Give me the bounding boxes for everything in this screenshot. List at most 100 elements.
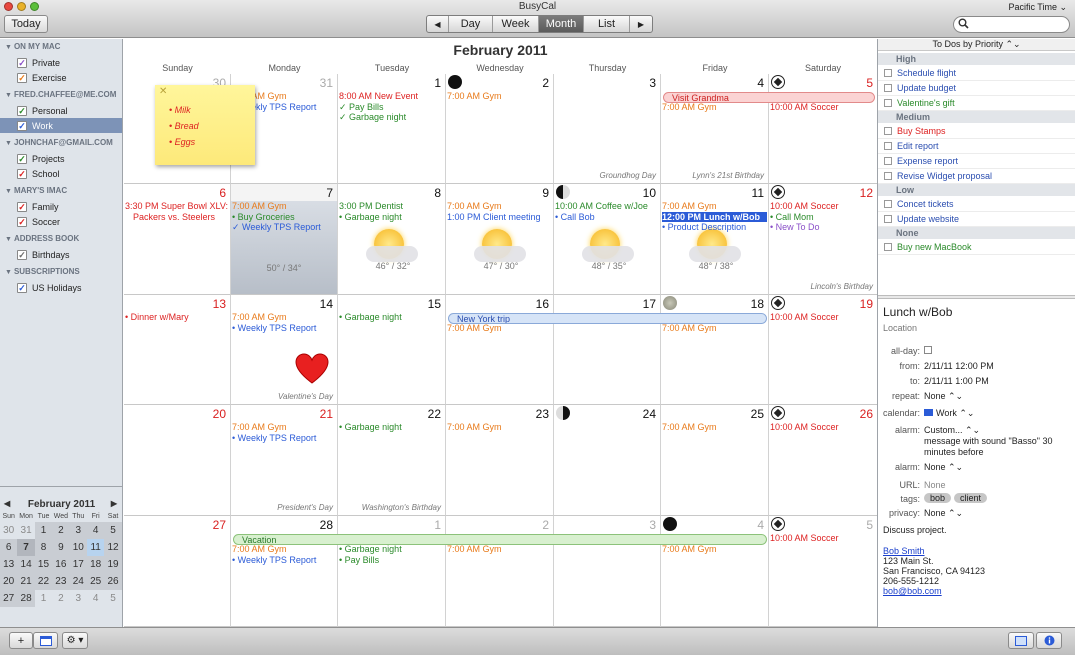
- from-value[interactable]: 2/11/11 12:00 PM: [924, 361, 994, 371]
- mini-day[interactable]: 6: [0, 539, 18, 556]
- mini-day[interactable]: 23: [52, 573, 70, 590]
- day-cell[interactable]: 4 7:00 AM Gym Lynn's 21st Birthday: [661, 74, 769, 184]
- day-cell[interactable]: 15 • Garbage night: [338, 295, 446, 405]
- alarm-popup[interactable]: Custom... ⌃⌄: [924, 425, 980, 436]
- calendar-event[interactable]: 1:00 PM Client meeting: [447, 212, 552, 223]
- todo-item[interactable]: Revise Widget proposal: [878, 169, 1075, 184]
- sidebar-item-exercise[interactable]: ✓ Exercise: [0, 70, 122, 85]
- calendar-event[interactable]: 7:00 AM Gym: [447, 544, 552, 555]
- calendar-event[interactable]: 10:00 AM Coffee w/Joe: [555, 201, 659, 212]
- disclosure-triangle-icon[interactable]: ▼: [5, 188, 12, 195]
- day-cell[interactable]: 47° / 30° 9 7:00 AM Gym 1:00 PM Client meet…: [446, 184, 554, 295]
- todo-sort-menu[interactable]: To Dos by Priority ⌃⌄: [878, 39, 1075, 51]
- day-cell[interactable]: 16 7:00 AM Gym: [446, 295, 554, 405]
- panel-splitter[interactable]: [878, 295, 1075, 299]
- day-cell[interactable]: 6 3:30 PM Super Bowl XLV: Packers vs. Stee…: [124, 184, 231, 295]
- checkbox-checked-icon[interactable]: ✓: [17, 168, 27, 179]
- calendar-event[interactable]: 10:00 AM Soccer: [770, 312, 876, 323]
- calendar-event[interactable]: 7:00 AM Gym: [232, 422, 336, 433]
- todo-item[interactable]: Update budget: [878, 81, 1075, 96]
- mini-day[interactable]: 4: [87, 590, 104, 607]
- mini-day[interactable]: 27: [0, 590, 18, 607]
- sidebar-item-work[interactable]: ✓ Work: [0, 118, 122, 133]
- day-cell[interactable]: 50° / 34° 7 7:00 AM Gym • Buy Groceries ✓ We…: [231, 184, 338, 295]
- multiday-event-bar[interactable]: Visit Grandma: [663, 92, 875, 103]
- calendar-event[interactable]: ✓ Pay Bills: [339, 102, 444, 113]
- day-cell[interactable]: 25 7:00 AM Gym: [661, 405, 769, 516]
- checkbox-checked-icon[interactable]: ✓: [17, 120, 27, 131]
- day-cell[interactable]: 27: [124, 516, 231, 627]
- mini-day[interactable]: 20: [0, 573, 18, 590]
- calendar-event[interactable]: 7:00 AM Gym: [232, 312, 336, 323]
- calendar-event[interactable]: 10:00 AM Soccer: [770, 533, 876, 544]
- day-cell[interactable]: 3: [554, 516, 661, 627]
- day-cell[interactable]: 26 10:00 AM Soccer: [769, 405, 877, 516]
- previous-arrow-icon[interactable]: ◀: [427, 16, 449, 32]
- todo-checkbox[interactable]: [884, 243, 892, 251]
- disclosure-triangle-icon[interactable]: ▼: [5, 44, 12, 51]
- day-cell[interactable]: 2 7:00 AM Gym: [446, 516, 554, 627]
- todo-item[interactable]: Buy new MacBook: [878, 240, 1075, 255]
- disclosure-triangle-icon[interactable]: ▼: [5, 236, 12, 243]
- todo-item[interactable]: Edit report: [878, 139, 1075, 154]
- day-cell[interactable]: 28 7:00 AM Gym • Weekly TPS Report: [231, 516, 338, 627]
- disclosure-triangle-icon[interactable]: ▼: [5, 92, 12, 99]
- day-cell[interactable]: 1 8:00 AM New Event ✓ Pay Bills ✓ Garbage n…: [338, 74, 446, 184]
- day-cell[interactable]: 5 10:00 AM Soccer: [769, 516, 877, 627]
- sidebar-item-projects[interactable]: ✓ Projects: [0, 151, 122, 166]
- sidebar-item-private[interactable]: ✓ Private: [0, 55, 122, 70]
- sidebar-item-family[interactable]: ✓ Family: [0, 199, 122, 214]
- calendar-event[interactable]: • Call Mom: [770, 212, 876, 223]
- event-title[interactable]: Lunch w/Bob: [883, 305, 952, 319]
- mini-day[interactable]: 26: [104, 573, 122, 590]
- mini-day[interactable]: 13: [0, 556, 18, 573]
- event-notes[interactable]: Discuss project.: [883, 525, 947, 535]
- day-cell[interactable]: 46° / 32° 8 3:00 PM Dentist • Garbage night: [338, 184, 446, 295]
- calendar-event[interactable]: • New To Do: [770, 222, 876, 233]
- contact-email-link[interactable]: bob@bob.com: [883, 586, 942, 596]
- calendar-event[interactable]: • Pay Bills: [339, 555, 444, 566]
- multiday-event-bar[interactable]: Vacation: [233, 534, 767, 545]
- next-arrow-icon[interactable]: ▶: [630, 16, 652, 32]
- today-button[interactable]: Today: [4, 15, 48, 33]
- mini-day[interactable]: 31: [17, 522, 34, 539]
- mini-day[interactable]: 4: [86, 522, 105, 539]
- day-cell[interactable]: 1 • Garbage night • Pay Bills: [338, 516, 446, 627]
- mini-day[interactable]: 1: [35, 590, 52, 607]
- sidebar-item-birthdays[interactable]: ✓ Birthdays: [0, 247, 122, 262]
- todo-item[interactable]: Expense report: [878, 154, 1075, 169]
- disclosure-triangle-icon[interactable]: ▼: [5, 269, 12, 276]
- day-cell[interactable]: 24: [554, 405, 661, 516]
- allday-checkbox[interactable]: [924, 346, 932, 356]
- search-field[interactable]: [953, 16, 1070, 33]
- tag-token[interactable]: bob: [924, 493, 952, 503]
- tags-field[interactable]: bob client: [924, 493, 990, 503]
- sidebar-group-header[interactable]: ▼ SUBSCRIPTIONS: [5, 267, 80, 276]
- todo-checkbox[interactable]: [884, 172, 892, 180]
- privacy-popup[interactable]: None ⌃⌄: [924, 508, 963, 519]
- calendar-event[interactable]: 10:00 AM Soccer: [770, 102, 876, 113]
- view-week-button[interactable]: Week: [493, 16, 539, 32]
- sticky-note[interactable]: ✕ • Milk • Bread • Eggs: [155, 85, 255, 165]
- calendar-event[interactable]: 7:00 AM Gym: [447, 91, 552, 102]
- calendar-event[interactable]: • Weekly TPS Report: [232, 433, 336, 444]
- mini-day[interactable]: 19: [104, 556, 122, 573]
- calendar-event[interactable]: 10:00 AM Soccer: [770, 422, 876, 433]
- day-cell[interactable]: 5 10:00 AM Soccer: [769, 74, 877, 184]
- calendar-event[interactable]: • Garbage night: [339, 212, 444, 223]
- calendar-event[interactable]: 7:00 AM Gym: [662, 544, 767, 555]
- timezone-menu[interactable]: Pacific Time ⌄: [1008, 2, 1067, 13]
- calendar-event[interactable]: • Garbage night: [339, 544, 444, 555]
- tag-token[interactable]: client: [954, 493, 988, 503]
- todo-checkbox[interactable]: [884, 127, 892, 135]
- mini-day[interactable]: 10: [69, 539, 87, 556]
- checkbox-checked-icon[interactable]: ✓: [17, 216, 27, 227]
- calendar-event[interactable]: • Garbage night: [339, 312, 444, 323]
- day-cell[interactable]: 19 10:00 AM Soccer: [769, 295, 877, 405]
- disclosure-triangle-icon[interactable]: ▼: [5, 140, 12, 147]
- mini-day[interactable]: 25: [86, 573, 105, 590]
- todo-checkbox[interactable]: [884, 157, 892, 165]
- mini-day[interactable]: 11: [86, 539, 105, 556]
- calendar-event[interactable]: 12:00 PM Lunch w/Bob: [662, 211, 767, 223]
- calendar-event[interactable]: 10:00 AM Soccer: [770, 201, 876, 212]
